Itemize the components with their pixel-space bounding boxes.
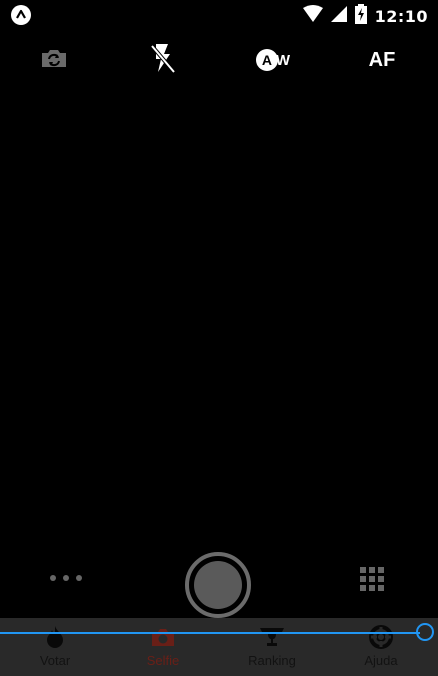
grid-cell (369, 576, 375, 582)
battery-charging-icon (354, 4, 367, 28)
shutter-inner (194, 561, 242, 609)
grid-cell (378, 585, 384, 591)
nav-item-votar[interactable]: Votar (10, 618, 100, 676)
more-horizontal-icon (50, 575, 56, 581)
white-balance-badge: A (255, 49, 278, 71)
nav-item-ajuda[interactable]: Ajuda (336, 618, 426, 676)
cell-signal-icon (330, 5, 347, 27)
nav-item-label: Votar (39, 653, 71, 668)
wifi-icon (302, 5, 323, 27)
more-dot (63, 575, 69, 581)
flash-toggle-button[interactable] (146, 42, 178, 78)
status-time: 12:10 (374, 6, 428, 26)
camera-switch-button[interactable] (36, 42, 72, 78)
more-options-button[interactable] (50, 570, 82, 586)
camera-screen: 12:10 A W AF Votar Selfie Ranking Ajuda (0, 0, 438, 676)
nav-item-label: Ajuda (364, 653, 398, 668)
camera-icon (151, 625, 175, 649)
flame-icon (46, 625, 64, 649)
bottom-navigation: Votar Selfie Ranking Ajuda (0, 618, 438, 676)
app-notification-icon (10, 4, 32, 30)
nav-item-label: Ranking (248, 653, 296, 668)
flash-off-icon (148, 42, 176, 78)
more-dot (76, 575, 82, 581)
white-balance-button[interactable]: A W (252, 42, 294, 78)
nav-item-ranking[interactable]: Ranking (227, 618, 317, 676)
shutter-button[interactable] (185, 552, 251, 618)
grid-cell (360, 576, 366, 582)
slider-handle[interactable] (416, 623, 434, 641)
camera-top-controls: A W AF (0, 42, 438, 78)
nav-item-selfie[interactable]: Selfie (118, 618, 208, 676)
grid-cell (378, 576, 384, 582)
grid-icon (360, 567, 366, 573)
autofocus-button[interactable]: AF (364, 42, 400, 78)
slider-track[interactable] (0, 632, 420, 634)
status-bar: 12:10 (0, 0, 438, 30)
nav-item-label: Selfie (146, 653, 180, 668)
grid-cell (360, 585, 366, 591)
white-balance-suffix: W (275, 51, 291, 69)
camera-switch-icon (40, 47, 68, 73)
lifebuoy-icon (369, 625, 393, 649)
grid-cell (369, 585, 375, 591)
grid-cell (369, 567, 375, 573)
grid-cell (378, 567, 384, 573)
status-icons: 12:10 (302, 4, 428, 28)
grid-button[interactable] (360, 567, 384, 591)
white-balance-auto-icon: A W (255, 49, 291, 71)
trophy-icon (259, 625, 285, 649)
